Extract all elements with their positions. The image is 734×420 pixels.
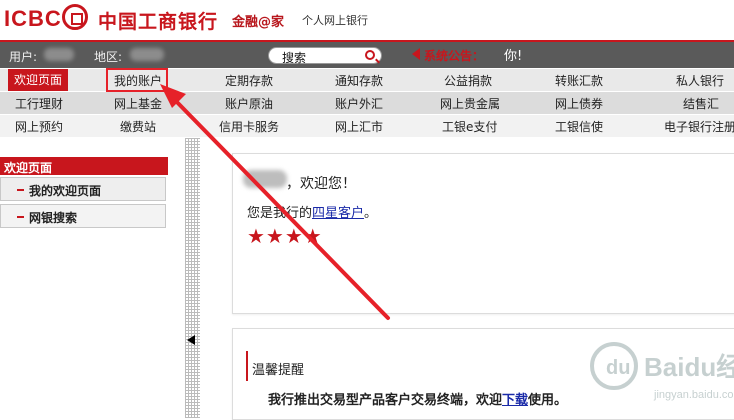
sidebar-item-search[interactable]: 网银搜索 [0,204,166,228]
tips-body: 我行推出交易型产品客户交易终端，欢迎下载使用。 [268,389,567,408]
collapse-left-icon[interactable] [187,335,195,345]
nav-fx-settlement[interactable]: 结售汇 [683,95,719,112]
tips-body-prefix: 我行推出交易型产品客户交易终端，欢迎 [268,393,503,408]
nav-private-banking[interactable]: 私人银行 [676,72,724,89]
nav-precious-metals[interactable]: 网上贵金属 [440,95,500,112]
nav-row-2: 工行理财 网上基金 账户原油 账户外汇 网上贵金属 网上债券 结售汇 [0,92,734,114]
slogan: 金融@家 [232,15,285,30]
nav-crude-oil[interactable]: 账户原油 [225,95,273,112]
nav-transfer[interactable]: 转账汇款 [555,72,603,89]
nav-e-pay[interactable]: 工银e支付 [442,118,497,135]
nav-ebank-register[interactable]: 电子银行注册 [664,118,734,135]
level-suffix: 。 [364,206,378,221]
nav-notice-deposit[interactable]: 通知存款 [335,72,383,89]
svg-text:du: du [606,357,630,379]
bank-name: 中国工商银行 [98,11,219,33]
download-link[interactable]: 下载 [502,393,528,408]
customer-level-link[interactable]: 四星客户 [312,206,364,221]
tips-accent-bar [246,351,248,381]
header: ICBC 中国工商银行 金融@家 个人网上银行 [0,0,734,42]
tips-title: 温馨提醒 [252,363,305,378]
search-box[interactable]: 搜索 [268,47,382,65]
bullet-icon [17,216,24,218]
user-name-redacted [44,48,74,61]
tips-body-suffix: 使用。 [528,393,568,408]
system-notice-text: 你! [504,49,523,64]
nav-funds[interactable]: 网上基金 [114,95,162,112]
sidebar-collapse-bar[interactable] [185,138,200,418]
nav-fx-market[interactable]: 网上汇市 [335,118,383,135]
nav-welcome[interactable]: 欢迎页面 [8,69,69,91]
baidu-watermark: du Baidu经验 jingyan.baidu.com [590,342,734,401]
region-redacted [130,48,164,61]
watermark-text: Baidu经验 [644,352,734,382]
star-rating: ★★★★ [247,224,323,248]
search-icon[interactable] [365,50,375,60]
user-label: 用户: [9,50,38,64]
nav-appointment[interactable]: 网上预约 [15,118,63,135]
highlight-annotation [106,68,168,92]
system-notice-label: 系统公告： [424,49,485,63]
sidebar-item-my-welcome[interactable]: 我的欢迎页面 [0,177,166,201]
level-prefix: 您是我行的 [247,206,313,221]
welcome-greeting: ，欢迎您！ [286,176,356,192]
customer-name-redacted [243,170,287,188]
bullet-icon [17,189,24,191]
nav-time-deposit[interactable]: 定期存款 [225,72,273,89]
search-label: 搜索 [282,51,307,65]
nav-wealth[interactable]: 工行理财 [15,95,63,112]
customer-level: 您是我行的四星客户。 [247,202,377,221]
nav-row-3: 网上预约 缴费站 信用卡服务 网上汇市 工银e支付 工银信使 电子银行注册 [0,115,734,137]
icbc-logo-icon [62,4,88,30]
watermark-url: jingyan.baidu.com [653,389,734,401]
nav-forex[interactable]: 账户外汇 [335,95,383,112]
sidebar-item-label: 我的欢迎页面 [29,184,102,198]
icbc-logo-text: ICBC [4,6,62,31]
nav-bonds[interactable]: 网上债券 [555,95,603,112]
nav-credit-card[interactable]: 信用卡服务 [219,118,279,135]
speaker-icon [412,48,420,60]
nav-messenger[interactable]: 工银信使 [555,118,603,135]
service-subtitle: 个人网上银行 [302,14,368,27]
region-label: 地区: [94,50,123,64]
sidebar-title-label: 欢迎页面 [4,161,53,175]
sidebar-item-label: 网银搜索 [29,211,78,225]
nav-donation[interactable]: 公益捐款 [444,72,492,89]
nav-payment[interactable]: 缴费站 [120,118,156,135]
sidebar-title: 欢迎页面 [0,157,168,175]
